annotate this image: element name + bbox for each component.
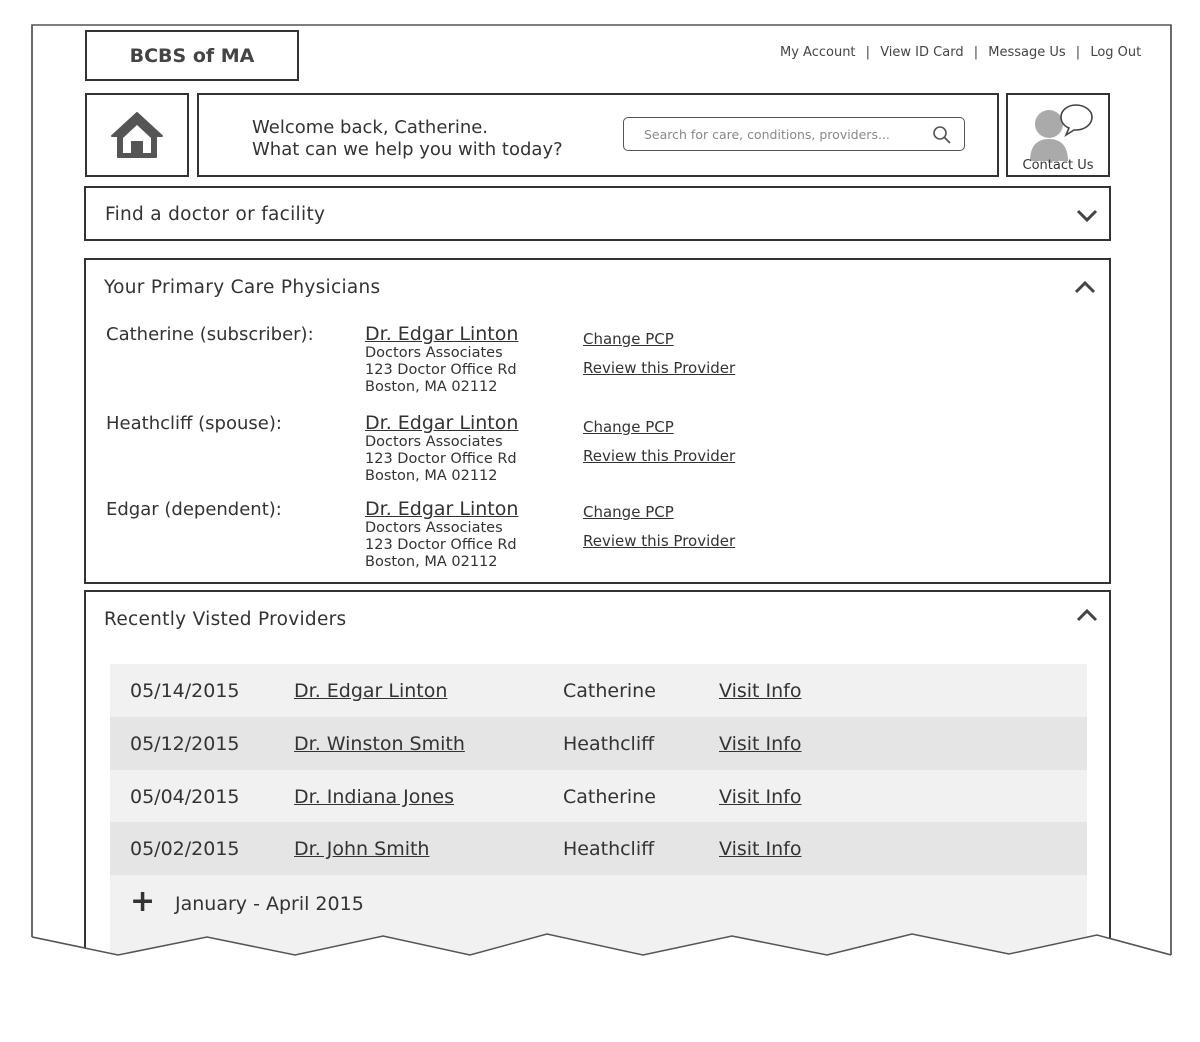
recent-providers-panel: Recently Visted Providers 05/14/2015 Dr.…	[84, 590, 1111, 990]
nav-separator: |	[865, 45, 871, 60]
pcp-panel: Your Primary Care Physicians Catherine (…	[84, 258, 1111, 584]
provider-link[interactable]: Dr. Indiana Jones	[294, 786, 454, 808]
log-out-link[interactable]: Log Out	[1090, 45, 1141, 60]
visit-date: 05/12/2015	[130, 733, 240, 755]
patient-name: Catherine	[563, 680, 656, 702]
recent-section-title: Recently Visted Providers	[104, 609, 347, 630]
chevron-up-icon[interactable]	[1074, 280, 1096, 294]
wireframe-sheet: BCBS of MA My Account | View ID Card | M…	[0, 0, 1200, 1042]
review-provider-link[interactable]: Review this Provider	[583, 359, 735, 377]
provider-link[interactable]: Dr. Winston Smith	[294, 733, 465, 755]
pcp-doctor-link[interactable]: Dr. Edgar Linton	[365, 412, 518, 434]
provider-link[interactable]: Dr. Edgar Linton	[294, 680, 447, 702]
pcp-actions: Change PCP Review this Provider	[583, 503, 735, 561]
home-button[interactable]	[85, 93, 189, 177]
pcp-actions: Change PCP Review this Provider	[583, 418, 735, 476]
home-icon	[111, 112, 163, 158]
review-provider-link[interactable]: Review this Provider	[583, 447, 735, 465]
change-pcp-link[interactable]: Change PCP	[583, 503, 735, 521]
pcp-section-title: Your Primary Care Physicians	[104, 277, 381, 298]
table-row: 05/02/2015 Dr. John Smith Heathcliff Vis…	[110, 822, 1087, 875]
patient-name: Heathcliff	[563, 733, 655, 755]
visit-info-link[interactable]: Visit Info	[719, 838, 802, 860]
month-group-label: January - April 2015	[175, 893, 364, 915]
table-row: 05/04/2015 Dr. Indiana Jones Catherine V…	[110, 770, 1087, 822]
contact-us-label: Contact Us	[1022, 158, 1094, 173]
pcp-doctor-info: Dr. Edgar Linton Doctors Associates 123 …	[365, 323, 518, 396]
logo-text: BCBS of MA	[129, 44, 255, 67]
welcome-prompt: What can we help you with today?	[252, 139, 563, 160]
change-pcp-link[interactable]: Change PCP	[583, 330, 735, 348]
practice-city: Boston, MA 02112	[365, 379, 498, 395]
search-box[interactable]	[623, 117, 965, 151]
find-doctor-title: Find a doctor or facility	[105, 204, 326, 225]
search-input[interactable]	[642, 126, 926, 143]
patient-name: Catherine	[563, 786, 656, 808]
practice-name: Doctors Associates	[365, 345, 503, 361]
visit-date: 05/02/2015	[130, 838, 240, 860]
table-row: 05/12/2015 Dr. Winston Smith Heathcliff …	[110, 717, 1087, 770]
view-id-card-link[interactable]: View ID Card	[880, 45, 963, 60]
practice-name: Doctors Associates	[365, 520, 503, 536]
pcp-doctor-link[interactable]: Dr. Edgar Linton	[365, 498, 518, 520]
search-icon[interactable]	[932, 125, 952, 145]
plus-icon[interactable]: +	[130, 887, 155, 917]
visit-date: 05/14/2015	[130, 680, 240, 702]
pcp-member-label: Edgar (dependent):	[106, 499, 282, 520]
practice-city: Boston, MA 02112	[365, 554, 498, 570]
practice-street: 123 Doctor Office Rd	[365, 362, 517, 378]
provider-link[interactable]: Dr. John Smith	[294, 838, 429, 860]
contact-us-button[interactable]: Contact Us	[1006, 93, 1110, 177]
brand-logo[interactable]: BCBS of MA	[85, 30, 299, 81]
pcp-doctor-link[interactable]: Dr. Edgar Linton	[365, 323, 518, 345]
chevron-up-icon[interactable]	[1076, 608, 1098, 622]
my-account-link[interactable]: My Account	[780, 45, 856, 60]
visit-info-link[interactable]: Visit Info	[719, 680, 802, 702]
welcome-greeting: Welcome back, Catherine.	[252, 117, 489, 138]
pcp-member-label: Catherine (subscriber):	[106, 324, 314, 345]
month-group-expander[interactable]: + January - April 2015	[110, 875, 1087, 935]
visit-info-link[interactable]: Visit Info	[719, 786, 802, 808]
message-us-link[interactable]: Message Us	[988, 45, 1065, 60]
pcp-doctor-info: Dr. Edgar Linton Doctors Associates 123 …	[365, 498, 518, 571]
pcp-doctor-info: Dr. Edgar Linton Doctors Associates 123 …	[365, 412, 518, 485]
table-row: 05/14/2015 Dr. Edgar Linton Catherine Vi…	[110, 664, 1087, 717]
pcp-actions: Change PCP Review this Provider	[583, 330, 735, 388]
practice-street: 123 Doctor Office Rd	[365, 537, 517, 553]
contact-person-chat-icon	[1030, 104, 1093, 161]
change-pcp-link[interactable]: Change PCP	[583, 418, 735, 436]
recent-visits-table: 05/14/2015 Dr. Edgar Linton Catherine Vi…	[110, 664, 1087, 975]
patient-name: Heathcliff	[563, 838, 655, 860]
find-doctor-accordion[interactable]: Find a doctor or facility	[84, 186, 1111, 241]
nav-separator: |	[973, 45, 979, 60]
month-group-expander-partial[interactable]	[110, 935, 1087, 975]
pcp-member-label: Heathcliff (spouse):	[106, 413, 282, 434]
practice-name: Doctors Associates	[365, 434, 503, 450]
practice-city: Boston, MA 02112	[365, 468, 498, 484]
review-provider-link[interactable]: Review this Provider	[583, 532, 735, 550]
welcome-message: Welcome back, Catherine. What can we hel…	[252, 117, 563, 161]
nav-separator: |	[1075, 45, 1081, 60]
visit-date: 05/04/2015	[130, 786, 240, 808]
welcome-banner: Welcome back, Catherine. What can we hel…	[197, 93, 999, 177]
chevron-down-icon[interactable]	[1076, 209, 1098, 223]
utility-nav: My Account | View ID Card | Message Us |…	[780, 45, 1141, 60]
practice-street: 123 Doctor Office Rd	[365, 451, 517, 467]
visit-info-link[interactable]: Visit Info	[719, 733, 802, 755]
